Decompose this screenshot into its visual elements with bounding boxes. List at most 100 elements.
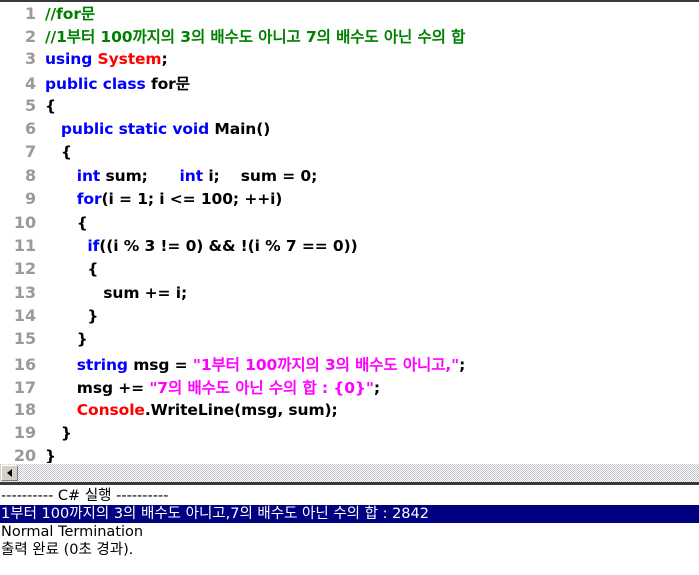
code-token-cmt: //for문 <box>45 5 96 23</box>
code-editor-window: 1 //for문 2 //1부터 100까지의 3의 배수도 아니고 7의 배수도 아… <box>0 0 699 575</box>
code-line[interactable]: 17 msg += "7의 배수도 아닌 수의 합 : {0}"; <box>0 376 699 399</box>
code-token-id: msg += <box>45 379 150 398</box>
code-token-str: "7의 배수도 아닌 수의 합 : {0}" <box>149 379 374 398</box>
code-token-id: ; <box>459 355 466 374</box>
code-token-kw: using <box>45 49 98 68</box>
line-number: 14 <box>13 306 36 326</box>
code-token-cmt: //1부터 100까지의 3의 배수도 아니고 7의 배수도 아닌 수의 합 <box>45 28 466 47</box>
code-token-id: .WriteLine(msg, sum); <box>144 400 338 419</box>
line-number: 3 <box>24 48 36 68</box>
line-number: 6 <box>24 118 36 138</box>
code-token-id <box>45 237 87 255</box>
output-line[interactable]: Normal Termination <box>0 523 699 541</box>
code-token-type: System <box>97 49 162 68</box>
code-line[interactable]: 8 int sum; int i; sum = 0; <box>0 166 699 189</box>
code-line-text: } <box>45 330 88 348</box>
output-line[interactable]: 출력 완료 (0초 경과). <box>0 541 699 559</box>
code-token-kw: string <box>76 355 134 374</box>
code-token-id: { <box>45 143 72 162</box>
code-token-id: Main() <box>214 119 271 138</box>
scroll-left-button[interactable] <box>1 465 18 481</box>
output-line-selected[interactable]: 1부터 100까지의 3의 배수도 아니고,7의 배수도 아닌 수의 합 : 2… <box>0 505 699 523</box>
line-number: 18 <box>13 399 36 419</box>
code-token-id: ; <box>373 379 380 398</box>
code-token-kw: if <box>87 236 100 255</box>
code-line[interactable]: 2 //1부터 100까지의 3의 배수도 아니고 7의 배수도 아닌 수의 합 <box>0 25 699 48</box>
line-number: 12 <box>13 259 36 279</box>
code-line-text: int sum; int i; sum = 0; <box>45 166 318 185</box>
code-token-id <box>45 356 77 374</box>
code-token-id: msg = <box>133 355 193 374</box>
code-line[interactable]: 16 string msg = "1부터 100까지의 3의 배수도 아니고,"… <box>0 353 699 376</box>
code-line-text: } <box>45 447 56 463</box>
code-line-text: { <box>45 260 98 278</box>
code-line[interactable]: 20} <box>0 446 699 463</box>
code-token-id: } <box>45 330 88 349</box>
line-number: 11 <box>13 235 36 255</box>
line-number: 16 <box>13 354 36 374</box>
code-line[interactable]: 12 { <box>0 259 699 282</box>
code-line-text: //1부터 100까지의 3의 배수도 아니고 7의 배수도 아닌 수의 합 <box>45 25 465 47</box>
code-token-id: } <box>45 447 56 463</box>
code-line[interactable]: 4 public class for문 <box>0 72 699 95</box>
code-line[interactable]: 7 { <box>0 142 699 165</box>
code-line-text: { <box>45 97 56 115</box>
line-number: 8 <box>24 165 36 185</box>
code-line[interactable]: 3 using System; <box>0 49 699 72</box>
code-line[interactable]: 9 for(i = 1; i <= 100; ++i) <box>0 189 699 212</box>
code-line-text: string msg = "1부터 100까지의 3의 배수도 아니고,"; <box>45 353 466 375</box>
line-number: 10 <box>13 212 36 232</box>
code-editor-pane[interactable]: 1 //for문 2 //1부터 100까지의 3의 배수도 아니고 7의 배수도 아… <box>0 2 699 463</box>
output-line[interactable]: ---------- C# 실행 ---------- <box>0 487 699 505</box>
code-line-text: Console.WriteLine(msg, sum); <box>45 401 338 419</box>
code-line[interactable]: 11 if((i % 3 != 0) && !(i % 7 == 0)) <box>0 236 699 259</box>
code-line[interactable]: 6 public static void Main() <box>0 119 699 142</box>
line-number: 13 <box>13 282 36 302</box>
line-number: 17 <box>13 378 36 398</box>
code-token-kw: int <box>179 166 209 185</box>
code-line[interactable]: 5{ <box>0 96 699 119</box>
code-line-text: //for문 <box>45 2 95 24</box>
line-number: 5 <box>24 95 36 115</box>
horizontal-scrollbar[interactable] <box>0 463 699 482</box>
code-line-text: msg += "7의 배수도 아닌 수의 합 : {0}"; <box>45 376 380 398</box>
line-number: 4 <box>24 74 36 94</box>
code-token-id <box>45 120 61 138</box>
code-token-type: Console <box>76 400 145 419</box>
output-console-pane[interactable]: ---------- C# 실행 ---------- 1부터 100까지의 3의… <box>0 485 699 575</box>
code-token-id: } <box>45 307 99 326</box>
code-line-text: using System; <box>45 50 168 68</box>
line-number: 20 <box>13 446 36 463</box>
code-line-text: { <box>45 143 72 161</box>
code-line[interactable]: 15 } <box>0 329 699 352</box>
code-line[interactable]: 1 //for문 <box>0 2 699 25</box>
code-token-id: sum; <box>105 166 180 185</box>
line-number: 9 <box>24 189 36 209</box>
code-line-text: public class for문 <box>45 72 190 94</box>
code-token-id: (i = 1; i <= 100; ++i) <box>101 190 283 209</box>
arrow-left-icon <box>7 469 12 477</box>
code-token-id: { <box>45 213 88 232</box>
code-line-text: if((i % 3 != 0) && !(i % 7 == 0)) <box>45 236 358 255</box>
code-token-id: { <box>45 260 99 279</box>
code-token-id: { <box>45 96 56 115</box>
line-number: 15 <box>13 329 36 349</box>
code-token-id: ; <box>161 49 168 68</box>
code-token-kw: int <box>76 166 106 185</box>
code-line[interactable]: 10 { <box>0 213 699 236</box>
code-token-kw: public class <box>45 75 151 94</box>
code-token-id: } <box>45 424 72 443</box>
line-number: 2 <box>24 27 36 47</box>
code-token-id <box>45 190 77 208</box>
code-line-text: sum += i; <box>45 284 187 302</box>
code-token-id: for문 <box>150 75 190 94</box>
code-line-text: public static void Main() <box>45 120 270 138</box>
code-line[interactable]: 19 } <box>0 423 699 446</box>
code-line[interactable]: 14 } <box>0 306 699 329</box>
code-line[interactable]: 18 Console.WriteLine(msg, sum); <box>0 400 699 423</box>
code-line[interactable]: 13 sum += i; <box>0 283 699 306</box>
code-token-id: ((i % 3 != 0) && !(i % 7 == 0)) <box>99 236 358 255</box>
code-token-id: i; sum = 0; <box>208 166 318 185</box>
code-token-kw: public static void <box>60 119 215 138</box>
code-line-text: } <box>45 307 98 325</box>
